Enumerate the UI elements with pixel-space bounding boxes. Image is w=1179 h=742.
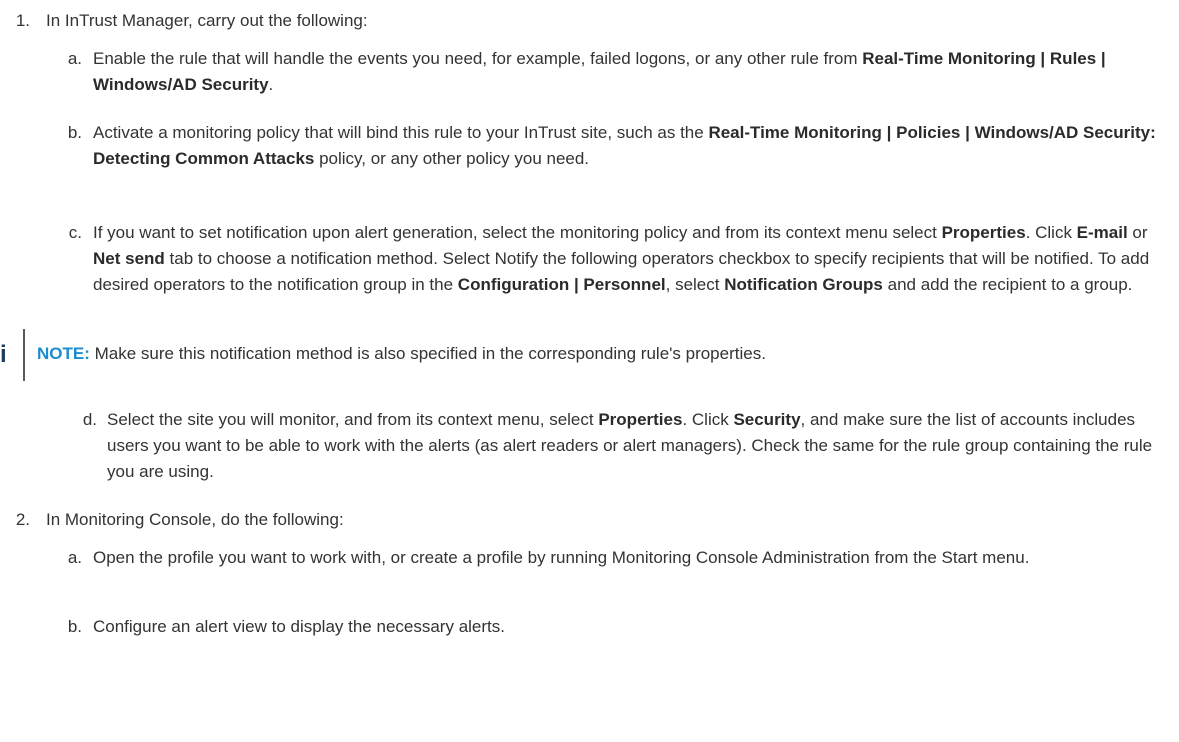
- note-text: NOTE: Make sure this notification method…: [37, 344, 766, 363]
- substep-letter: c.: [68, 223, 82, 242]
- substep-letter: a.: [67, 548, 82, 567]
- step-number: 1.: [15, 11, 30, 30]
- bold-ui-term: Properties: [941, 223, 1026, 242]
- step-number: 2.: [15, 510, 30, 529]
- bold-ui-term: Net send: [93, 249, 165, 268]
- substep-letter: b.: [67, 617, 82, 636]
- substep-text: Configure an alert view to display the n…: [93, 617, 505, 636]
- substep-letter: a.: [67, 49, 82, 68]
- step-intro: In InTrust Manager, carry out the follow…: [46, 11, 368, 30]
- bold-ui-term: Security: [733, 410, 801, 429]
- substep-text: Open the profile you want to work with, …: [93, 548, 1030, 567]
- note-label: NOTE:: [37, 344, 90, 363]
- substep-letter: d.: [82, 410, 97, 429]
- substep-text: Enable the rule that will handle the eve…: [93, 49, 1106, 94]
- substep-text: If you want to set notification upon ale…: [93, 223, 1150, 294]
- substep-text: Select the site you will monitor, and fr…: [107, 410, 1153, 481]
- step-intro: In Monitoring Console, do the following:: [46, 510, 344, 529]
- substep-letter: b.: [67, 123, 82, 142]
- bold-ui-term: Properties: [598, 410, 683, 429]
- info-icon: i: [0, 343, 7, 367]
- note-divider: [23, 329, 25, 381]
- bold-ui-path: Configuration | Personnel: [457, 275, 666, 294]
- bold-ui-term: E-mail: [1076, 223, 1128, 242]
- bold-ui-term: Notification Groups: [724, 275, 883, 294]
- substep-text: Activate a monitoring policy that will b…: [93, 123, 1156, 168]
